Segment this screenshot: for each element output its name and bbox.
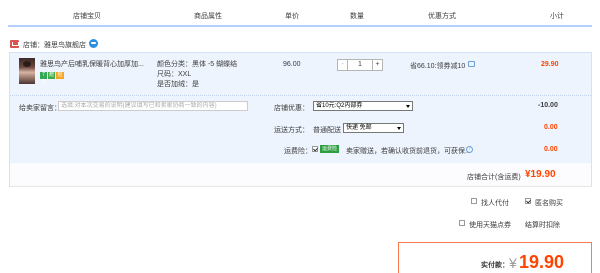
pay-by-friend-checkbox[interactable] — [471, 198, 477, 204]
product-title-link[interactable]: 雅思鸟产后哺乳保暖背心加厚加... — [40, 59, 144, 69]
chevron-down-icon — [406, 105, 410, 108]
qty-minus-button[interactable]: - — [338, 60, 348, 70]
pay-by-friend-label: 找人代付 — [481, 200, 509, 207]
qty-input[interactable]: 1 — [348, 60, 372, 70]
col-discount: 优惠方式 — [428, 13, 456, 20]
currency-symbol: ¥ — [509, 255, 517, 271]
insurance-amount: 0.00 — [544, 146, 558, 153]
shop-discount-amount: -10.00 — [538, 102, 558, 109]
payment-amount: 19.90 — [519, 252, 565, 272]
col-item: 店铺宝贝 — [73, 13, 101, 20]
attr-color: 颜色分类：黑体 -5 蝴蝶结 — [157, 61, 238, 68]
col-qty: 数量 — [350, 13, 364, 20]
shop-discount-label: 店铺优惠： — [274, 105, 309, 112]
attr-fleece: 是否加绒：是 — [157, 81, 199, 88]
gift-icon: 赠 — [48, 72, 55, 79]
insurance-checkbox[interactable] — [312, 146, 318, 152]
item-discount: 省66.10:领券减10 — [410, 63, 466, 70]
tmall-points-checkbox[interactable] — [459, 220, 465, 226]
insurance-label: 运费险： — [284, 148, 312, 155]
shipping-method: 普通配送 — [313, 127, 341, 134]
message-label: 给卖家留言： — [19, 105, 61, 112]
chat-icon[interactable] — [89, 39, 98, 48]
seven-day-return-icon: 7天 — [40, 72, 47, 85]
shipping-select[interactable]: 快递 免邮 — [343, 123, 404, 133]
store-total-label: 店铺合计(含运费) — [467, 174, 521, 181]
product-thumbnail[interactable] — [19, 58, 35, 84]
col-attrs: 商品属性 — [194, 13, 222, 20]
chevron-down-icon — [397, 127, 401, 130]
quantity-stepper: - 1 + — [337, 59, 383, 71]
help-icon[interactable]: ? — [466, 146, 473, 153]
anonymous-buy-checkbox[interactable] — [525, 198, 531, 204]
insurance-text: 卖家赠送，若确认收货前退货，可获保... — [346, 148, 471, 155]
points-hint: 结算时扣除 — [525, 222, 560, 229]
shop-name-link[interactable]: 雅思鸟旗舰店 — [44, 42, 86, 49]
col-subtotal: 小计 — [550, 13, 564, 20]
store-total-amount: ¥19.90 — [525, 169, 556, 180]
tmall-points-label: 使用天猫点券 — [469, 222, 511, 229]
seller-message-input[interactable]: 选填:对本次交易的说明(建议填写已和卖家协商一致的内容) — [58, 101, 248, 111]
note-icon[interactable] — [468, 61, 475, 67]
header-divider — [8, 25, 592, 27]
insurance-icon: 险 — [56, 72, 64, 79]
qty-plus-button[interactable]: + — [372, 60, 382, 70]
cart-header: 店铺宝贝 商品属性 单价 数量 优惠方式 小计 — [0, 6, 600, 26]
insurance-tag: 运费险 — [320, 145, 340, 153]
shop-label: 店铺：雅思鸟旗舰店 — [23, 40, 86, 50]
payment-label: 实付款： — [481, 262, 509, 269]
shipping-label: 运送方式： — [274, 127, 309, 134]
item-subtotal: 29.90 — [541, 61, 559, 68]
shop-icon — [10, 40, 19, 48]
anonymous-buy-label: 匿名购买 — [535, 200, 563, 207]
shop-discount-select[interactable]: 省10元:Q2内部券 — [313, 101, 413, 111]
divider — [10, 186, 592, 187]
payment-summary: 实付款： ¥ 19.90 — [398, 242, 592, 273]
col-price: 单价 — [285, 13, 299, 20]
shop-prefix: 店铺： — [23, 42, 44, 49]
unit-price: 96.00 — [283, 61, 301, 68]
shipping-amount: 0.00 — [544, 124, 558, 131]
shop-discount-value: 省10元:Q2内部券 — [316, 103, 363, 109]
attr-size: 尺码：XXL — [157, 71, 192, 78]
shipping-value: 快递 免邮 — [346, 125, 372, 131]
